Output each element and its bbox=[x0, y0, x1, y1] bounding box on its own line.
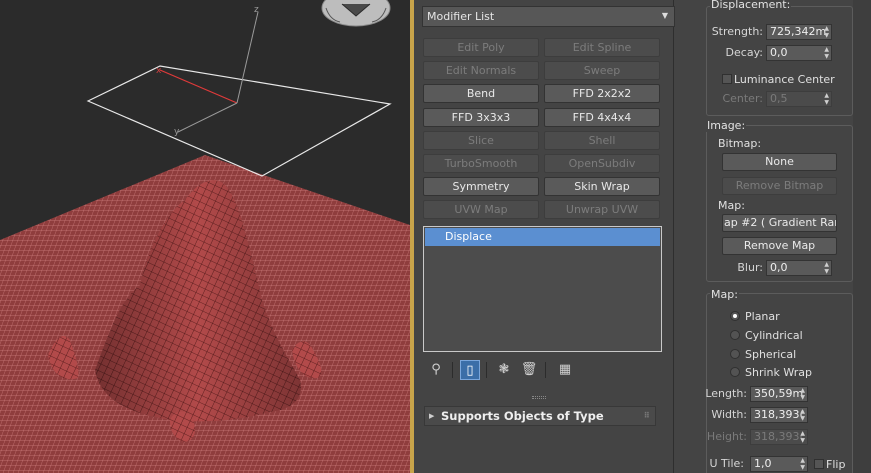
width-value: 318,393( bbox=[754, 408, 804, 421]
modifier-button-turbosmooth[interactable]: TurboSmooth bbox=[423, 154, 539, 173]
center-spinner[interactable]: 0,5 ▲ ▼ bbox=[766, 91, 832, 107]
axis-x-label: x bbox=[156, 66, 162, 76]
modifier-button-skin-wrap[interactable]: Skin Wrap bbox=[544, 177, 660, 196]
u-tile-value: 1,0 bbox=[754, 457, 772, 470]
planar-radio[interactable] bbox=[730, 311, 740, 321]
luminance-center-label: Luminance Center bbox=[734, 73, 835, 86]
viewport-perspective[interactable]: z y x bbox=[0, 0, 410, 473]
modifier-button-symmetry[interactable]: Symmetry bbox=[423, 177, 539, 196]
length-spinner[interactable]: 350,59m ▲ ▼ bbox=[750, 386, 808, 402]
modifier-list-dropdown[interactable]: Modifier List ▼ bbox=[422, 6, 675, 27]
map-label: Map: bbox=[718, 199, 745, 212]
modifier-button-edit-poly[interactable]: Edit Poly bbox=[423, 38, 539, 57]
width-label: Width: bbox=[711, 408, 747, 421]
u-tile-spinner[interactable]: 1,0 ▲ ▼ bbox=[750, 456, 808, 472]
bitmap-label: Bitmap: bbox=[718, 137, 762, 150]
rollout-title: Supports Objects of Type bbox=[441, 409, 604, 423]
displacement-title: Displacement: bbox=[710, 0, 792, 11]
cylindrical-radio[interactable] bbox=[730, 330, 740, 340]
image-title: Image: bbox=[706, 119, 747, 132]
decay-value: 0,0 bbox=[770, 46, 788, 59]
bitmap-button[interactable]: None bbox=[722, 153, 837, 171]
toolbar-separator bbox=[452, 362, 453, 378]
spinner-arrows-icon[interactable]: ▲ ▼ bbox=[800, 408, 805, 422]
shrink-wrap-radio[interactable] bbox=[730, 367, 740, 377]
spinner-arrows-icon[interactable]: ▲ ▼ bbox=[800, 457, 805, 471]
command-panel-scroll-strip[interactable] bbox=[853, 0, 871, 473]
expand-arrow-icon: ▶ bbox=[429, 412, 435, 420]
modifier-button-slice[interactable]: Slice bbox=[423, 131, 539, 150]
displace-parameters: Displacement: Strength: 725,342m ▲ ▼ Decay… bbox=[700, 0, 871, 473]
modifier-button-shell[interactable]: Shell bbox=[544, 131, 660, 150]
u-tile-label: U Tile: bbox=[709, 457, 744, 470]
strength-spinner[interactable]: 725,342m ▲ ▼ bbox=[766, 24, 832, 40]
strength-value: 725,342m bbox=[770, 25, 827, 38]
make-unique-icon[interactable]: ❃ bbox=[494, 360, 514, 380]
height-spinner[interactable]: 318,393(▲ ▼ bbox=[750, 429, 808, 445]
modifier-button-sweep[interactable]: Sweep bbox=[544, 61, 660, 80]
length-value: 350,59m bbox=[754, 387, 804, 400]
center-label: Center: bbox=[722, 92, 763, 105]
spinner-arrows-icon[interactable]: ▲ ▼ bbox=[800, 430, 805, 444]
toolbar-separator bbox=[545, 362, 546, 378]
modifier-button-ffd-4x4x4[interactable]: FFD 4x4x4 bbox=[544, 108, 660, 127]
show-end-result-icon[interactable]: ▯ bbox=[460, 360, 480, 380]
remove-bitmap-button[interactable]: Remove Bitmap bbox=[722, 177, 837, 195]
pin-stack-icon[interactable]: ⚲ bbox=[426, 360, 446, 380]
spinner-arrows-icon[interactable]: ▲ ▼ bbox=[800, 387, 805, 401]
stack-item-displace[interactable]: Displace bbox=[425, 228, 660, 246]
planar-label: Planar bbox=[745, 310, 780, 323]
spherical-radio[interactable] bbox=[730, 349, 740, 359]
dropdown-arrow-icon: ▼ bbox=[661, 11, 668, 20]
configure-modifier-sets-icon[interactable]: ▦ bbox=[555, 360, 575, 380]
modifier-button-edit-normals[interactable]: Edit Normals bbox=[423, 61, 539, 80]
remove-map-button[interactable]: Remove Map bbox=[722, 237, 837, 255]
modifier-button-unwrap-uvw[interactable]: Unwrap UVW bbox=[544, 200, 660, 219]
height-value: 318,393( bbox=[754, 430, 804, 443]
map-button[interactable]: ap #2 ( Gradient Ramp bbox=[722, 214, 837, 232]
blur-label: Blur: bbox=[737, 261, 763, 274]
toolbar-separator bbox=[486, 362, 487, 378]
map-title: Map: bbox=[710, 288, 739, 301]
flip-label: Flip bbox=[826, 458, 846, 471]
modifier-button-uvw-map[interactable]: UVW Map bbox=[423, 200, 539, 219]
viewport-scene: z y x bbox=[0, 0, 410, 473]
rollout-grip-icon: ⠿ bbox=[643, 411, 650, 420]
modifier-panel: Modifier List ▼ Edit Poly Edit Spline Edit… bbox=[414, 0, 675, 473]
length-label: Length: bbox=[705, 387, 747, 400]
axis-z-label: z bbox=[254, 5, 259, 15]
modifier-button-edit-spline[interactable]: Edit Spline bbox=[544, 38, 660, 57]
strength-label: Strength: bbox=[711, 25, 763, 38]
decay-label: Decay: bbox=[725, 46, 763, 59]
modifier-list-label: Modifier List bbox=[427, 10, 495, 23]
blur-spinner[interactable]: 0,0 ▲ ▼ bbox=[766, 260, 832, 276]
flip-checkbox[interactable] bbox=[814, 459, 824, 469]
shrink-wrap-label: Shrink Wrap bbox=[745, 366, 812, 379]
modifier-button-bend[interactable]: Bend bbox=[423, 84, 539, 103]
luminance-center-checkbox[interactable] bbox=[722, 74, 732, 84]
spherical-label: Spherical bbox=[745, 348, 797, 361]
blur-value: 0,0 bbox=[770, 261, 788, 274]
spinner-arrows-icon[interactable]: ▲ ▼ bbox=[824, 25, 829, 39]
modifier-button-opensubdiv[interactable]: OpenSubdiv bbox=[544, 154, 660, 173]
decay-spinner[interactable]: 0,0 ▲ ▼ bbox=[766, 45, 832, 61]
axis-y-label: y bbox=[174, 127, 180, 137]
spinner-arrows-icon[interactable]: ▲ ▼ bbox=[824, 261, 829, 275]
center-value: 0,5 bbox=[770, 92, 788, 105]
modifier-stack[interactable]: Displace bbox=[423, 226, 662, 352]
spinner-arrows-icon[interactable]: ▲ ▼ bbox=[824, 92, 829, 106]
cylindrical-label: Cylindrical bbox=[745, 329, 803, 342]
spinner-arrows-icon[interactable]: ▲ ▼ bbox=[824, 46, 829, 60]
height-label: Height: bbox=[706, 430, 747, 443]
panel-divider-grip[interactable] bbox=[532, 396, 546, 399]
modifier-button-ffd-3x3x3[interactable]: FFD 3x3x3 bbox=[423, 108, 539, 127]
modifier-button-ffd-2x2x2[interactable]: FFD 2x2x2 bbox=[544, 84, 660, 103]
width-spinner[interactable]: 318,393(▲ ▼ bbox=[750, 407, 808, 423]
remove-modifier-icon[interactable]: 🗑 bbox=[519, 360, 539, 380]
stack-toolbar: ⚲ ▯ ❃ 🗑 ▦ bbox=[422, 358, 668, 380]
rollout-supports-objects[interactable]: ▶ Supports Objects of Type ⠿ bbox=[424, 406, 656, 426]
